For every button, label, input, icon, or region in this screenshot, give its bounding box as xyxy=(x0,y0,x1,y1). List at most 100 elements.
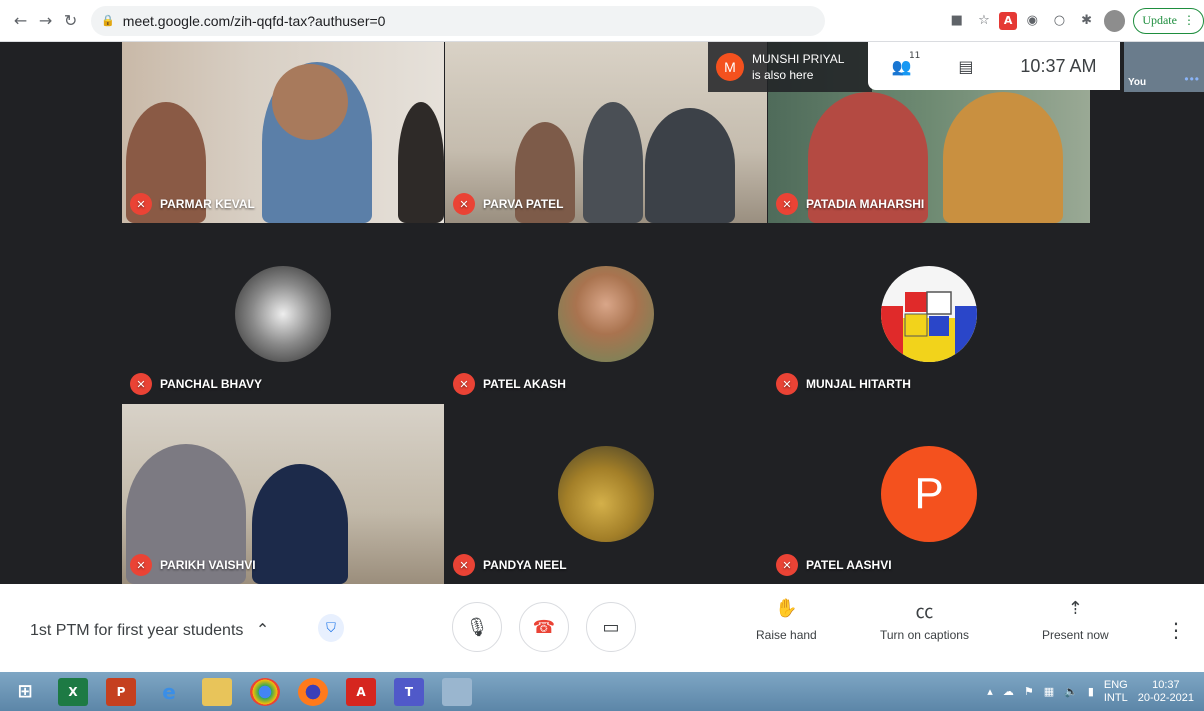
person-figure xyxy=(252,464,348,584)
internet-explorer-icon[interactable]: e xyxy=(154,678,184,706)
person-figure xyxy=(398,102,444,223)
present-icon: ⇡ xyxy=(1067,598,1083,619)
lang-top: ENG xyxy=(1103,678,1128,691)
more-options-icon[interactable]: ••• xyxy=(1184,72,1200,86)
mic-off-icon: ✕ xyxy=(130,373,152,395)
participant-tile[interactable]: ✕ PARIKH VAISHVI xyxy=(122,404,444,584)
cloud-icon[interactable]: ☁ xyxy=(1003,685,1014,698)
clock-time: 10:37 xyxy=(1152,678,1180,691)
person-figure xyxy=(583,102,643,223)
mic-off-icon: ✕ xyxy=(453,554,475,576)
back-icon[interactable]: ← xyxy=(8,8,33,34)
network-icon[interactable]: ▦ xyxy=(1044,685,1054,698)
chrome-icon[interactable] xyxy=(250,677,280,706)
raise-hand-label: Raise hand xyxy=(756,628,817,642)
signal-icon[interactable]: ▮ xyxy=(1088,685,1094,698)
participant-count: 11 xyxy=(908,50,921,61)
participant-name-tag: ✕ PARIKH VAISHVI xyxy=(130,554,256,576)
teams-icon[interactable]: T xyxy=(394,677,424,706)
chevron-up-icon[interactable]: ▴ xyxy=(987,685,993,698)
more-options-button[interactable]: ⋮ xyxy=(1166,618,1186,642)
hang-up-icon: ☎ xyxy=(532,616,556,638)
globe-extension-icon[interactable]: ◉ xyxy=(1021,9,1044,33)
flag-icon[interactable]: ⚑ xyxy=(1024,685,1034,698)
person-figure xyxy=(645,108,735,223)
input-language[interactable]: ENG INTL xyxy=(1104,679,1128,705)
shield-icon[interactable]: ⛉ xyxy=(318,614,344,642)
excel-icon[interactable]: X xyxy=(58,677,88,706)
participant-name: PARIKH VAISHVI xyxy=(160,558,256,572)
acrobat-extension-icon[interactable]: A xyxy=(999,11,1017,30)
participant-name-tag: ✕ PANCHAL BHAVY xyxy=(130,373,262,395)
file-explorer-icon[interactable] xyxy=(202,677,232,706)
notification-avatar: M xyxy=(716,53,744,81)
participant-tile[interactable]: ✕ MUNJAL HITARTH xyxy=(768,224,1090,403)
forward-icon[interactable]: → xyxy=(33,8,58,34)
mic-off-icon: ✕ xyxy=(776,554,798,576)
mic-off-icon: ✕ xyxy=(776,193,798,215)
present-label: Present now xyxy=(1042,628,1109,642)
system-tray: ▴ ☁ ⚑ ▦ 🔈 ▮ ENG INTL 10:37 20-02-2021 xyxy=(987,672,1194,711)
face xyxy=(272,64,348,140)
participant-tile[interactable]: P ✕ PATEL AASHVI xyxy=(768,404,1090,584)
participant-name: PATEL AASHVI xyxy=(806,558,892,572)
leave-call-button[interactable]: ☎ xyxy=(519,602,569,652)
hand-icon: ✋ xyxy=(775,598,798,619)
participant-name-tag: ✕ PATEL AKASH xyxy=(453,373,566,395)
profile-avatar xyxy=(881,265,977,362)
people-button[interactable]: 👥 11 xyxy=(891,51,920,76)
participant-name: MUNJAL HITARTH xyxy=(806,377,911,391)
person-figure xyxy=(943,92,1063,223)
present-now-button[interactable]: ⇡ Present now xyxy=(1042,598,1109,642)
participant-name-tag: ✕ PANDYA NEEL xyxy=(453,554,567,576)
microphone-button[interactable]: 🎙 xyxy=(452,602,502,652)
self-label: You xyxy=(1128,77,1147,88)
self-view[interactable]: You ••• xyxy=(1124,42,1204,92)
windows-start-icon[interactable]: ⊞ xyxy=(10,678,40,706)
kebab-icon: ⋮ xyxy=(1182,13,1195,27)
circle-extension-icon[interactable]: ○ xyxy=(1048,9,1071,33)
camera-button[interactable]: ▭ xyxy=(586,602,636,652)
profile-avatar xyxy=(235,265,331,362)
meeting-details-toggle[interactable]: 1st PTM for first year students ⌃ xyxy=(30,620,269,640)
participant-name-tag: ✕ PATEL AASHVI xyxy=(776,554,892,576)
mic-off-icon: ✕ xyxy=(130,193,152,215)
url-text: meet.google.com/zih-qqfd-tax?authuser=0 xyxy=(122,12,386,29)
lock-icon: 🔒 xyxy=(101,14,115,27)
participant-name: PARVA PATEL xyxy=(483,197,564,211)
participant-tile[interactable]: ✕ PANDYA NEEL xyxy=(445,404,767,584)
notepad-icon[interactable] xyxy=(442,677,472,706)
reload-icon[interactable]: ↻ xyxy=(58,8,83,34)
powerpoint-icon[interactable]: P xyxy=(106,677,136,706)
participant-tile[interactable]: ✕ PARMAR KEVAL xyxy=(122,42,444,223)
acrobat-icon[interactable]: A xyxy=(346,677,376,706)
participant-tile[interactable]: ✕ PANCHAL BHAVY xyxy=(122,224,444,403)
update-label: Update xyxy=(1142,13,1177,27)
mic-off-icon: ✕ xyxy=(453,193,475,215)
camera-icon[interactable]: ■ xyxy=(945,9,968,33)
captions-label: Turn on captions xyxy=(880,628,969,642)
lang-bottom: INTL xyxy=(1103,691,1128,704)
participant-name-tag: ✕ MUNJAL HITARTH xyxy=(776,373,911,395)
raise-hand-button[interactable]: ✋ Raise hand xyxy=(756,598,817,642)
browser-toolbar: ← → ↻ 🔒 meet.google.com/zih-qqfd-tax?aut… xyxy=(0,0,1204,42)
star-icon[interactable]: ☆ xyxy=(972,9,995,33)
captions-button[interactable]: ㏄ Turn on captions xyxy=(880,598,969,642)
profile-avatar[interactable] xyxy=(1104,9,1126,32)
update-button[interactable]: Update ⋮ xyxy=(1133,7,1204,34)
participant-name: PANCHAL BHAVY xyxy=(160,377,263,391)
participant-tile[interactable]: ✕ PATEL AKASH xyxy=(445,224,767,403)
address-bar[interactable]: 🔒 meet.google.com/zih-qqfd-tax?authuser=… xyxy=(91,5,826,36)
participant-name: PATADIA MAHARSHI xyxy=(806,197,925,211)
puzzle-icon[interactable]: ✱ xyxy=(1075,9,1098,33)
mic-off-icon: ✕ xyxy=(453,373,475,395)
firefox-icon[interactable] xyxy=(298,677,328,706)
windows-taskbar: ⊞ X P e A T ▴ ☁ ⚑ ▦ 🔈 ▮ ENG INTL 10:37 2… xyxy=(0,672,1204,711)
meeting-top-panel: 👥 11 ▤ 10:37 AM xyxy=(868,42,1120,90)
participant-name: PARMAR KEVAL xyxy=(160,197,255,211)
speaker-icon[interactable]: 🔈 xyxy=(1064,685,1078,698)
microphone-icon: 🎙 xyxy=(465,616,489,638)
chat-icon[interactable]: ▤ xyxy=(958,57,973,76)
taskbar-clock[interactable]: 10:37 20-02-2021 xyxy=(1138,679,1194,705)
profile-avatar xyxy=(558,265,654,362)
